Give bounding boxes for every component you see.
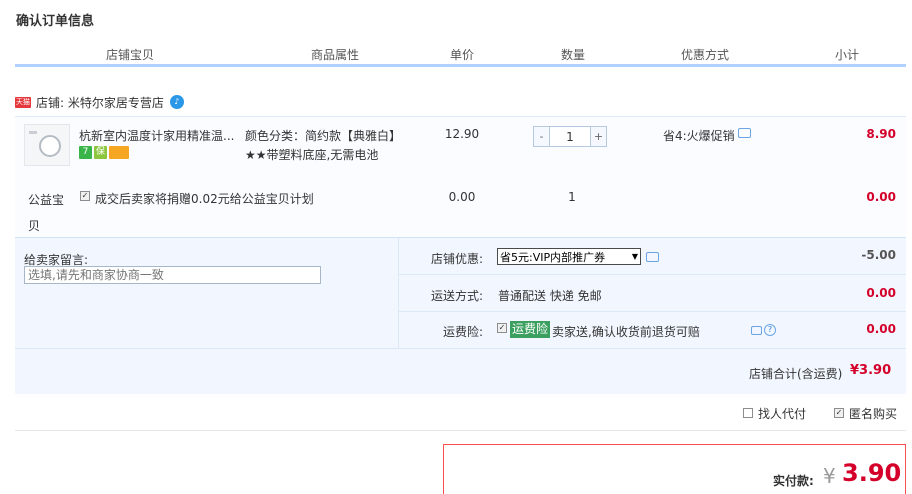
shop-total-value: ¥3.90 bbox=[850, 363, 892, 378]
row-divider bbox=[398, 274, 906, 275]
payment-currency: ¥ bbox=[823, 464, 836, 488]
shop-coupon-select[interactable]: 省5元:VIP内部推广券 ▼ bbox=[497, 248, 641, 265]
quality-guarantee-icon[interactable]: 保 bbox=[94, 146, 107, 159]
insurance-help-icon[interactable]: ? bbox=[764, 324, 776, 336]
seven-day-return-icon[interactable]: 7 bbox=[79, 146, 92, 159]
row-divider bbox=[398, 311, 906, 312]
credit-card-icon[interactable] bbox=[109, 146, 129, 159]
shop-coupon-label: 店铺优惠: bbox=[430, 252, 483, 266]
wangwang-chat-icon[interactable]: ♪ bbox=[169, 95, 184, 109]
product-subtotal: 8.90 bbox=[866, 127, 896, 141]
shipping-cost: 0.00 bbox=[866, 286, 896, 300]
product-unit-price: 12.90 bbox=[444, 127, 480, 141]
insurance-info-icon[interactable] bbox=[751, 326, 762, 335]
quantity-input[interactable] bbox=[550, 126, 590, 147]
anonymous-purchase-checkbox[interactable]: ✓ bbox=[834, 408, 844, 418]
column-header-unit-price: 单价 bbox=[449, 48, 474, 62]
column-header-row: 店铺宝贝 商品属性 单价 数量 优惠方式 小计 bbox=[15, 42, 906, 66]
shop-coupon-selected: 省5元:VIP内部推广券 bbox=[500, 250, 606, 264]
quantity-decrease-button[interactable]: - bbox=[533, 126, 550, 147]
service-icons: 7 保 bbox=[79, 146, 129, 159]
header-divider bbox=[15, 64, 906, 67]
product-attribute-note: ★★带塑料底座,无需电池 bbox=[245, 148, 379, 162]
insurance-cost: 0.00 bbox=[866, 322, 896, 336]
column-header-attributes: 商品属性 bbox=[310, 48, 359, 62]
shop-coupon-value: -5.00 bbox=[861, 248, 896, 262]
column-header-shop-item: 店铺宝贝 bbox=[105, 48, 154, 62]
shop-name-link[interactable]: 店铺: 米特尔家居专营店 bbox=[36, 94, 164, 111]
insurance-checkbox[interactable]: ✓ bbox=[497, 323, 507, 333]
product-thumbnail[interactable] bbox=[24, 124, 70, 166]
page-title: 确认订单信息 bbox=[16, 14, 95, 29]
payment-label: 实付款: bbox=[773, 474, 814, 488]
promotion-text: 省4:火爆促销 bbox=[663, 129, 735, 143]
anonymous-purchase-label[interactable]: 匿名购买 bbox=[849, 405, 897, 422]
insurance-label: 运费险: bbox=[442, 325, 483, 339]
product-name-link[interactable]: 杭新室内温度计家用精准温... bbox=[79, 127, 237, 144]
dropdown-arrow-icon: ▼ bbox=[631, 252, 638, 261]
tmall-badge-icon: 天猫 bbox=[15, 96, 31, 108]
quantity-increase-button[interactable]: + bbox=[590, 126, 607, 147]
thumbnail-label-graphic bbox=[29, 131, 37, 134]
insurance-text: 卖家送,确认收货前退货可赔 bbox=[552, 325, 700, 339]
seller-message-input[interactable] bbox=[24, 266, 321, 284]
charity-label: 公益宝贝 bbox=[28, 193, 65, 233]
shop-total-label: 店铺合计(含运费) bbox=[749, 367, 843, 381]
promotion-info-icon[interactable] bbox=[738, 128, 751, 138]
charity-price: 0.00 bbox=[448, 190, 476, 204]
shipping-method: 普通配送 快递 免邮 bbox=[498, 289, 602, 303]
charity-checkbox[interactable]: ✓ bbox=[80, 191, 90, 201]
shipping-label: 运送方式: bbox=[430, 289, 483, 303]
proxy-pay-checkbox[interactable] bbox=[743, 408, 753, 418]
column-header-quantity: 数量 bbox=[560, 48, 585, 62]
thermometer-dial-graphic bbox=[39, 135, 61, 157]
shop-line: 天猫 店铺: 米特尔家居专营店 ♪ bbox=[15, 94, 184, 110]
payment-summary-box bbox=[443, 444, 906, 494]
column-header-discount: 优惠方式 bbox=[680, 48, 729, 62]
column-header-subtotal: 小计 bbox=[834, 48, 859, 62]
insurance-tag: 运费险 bbox=[510, 321, 551, 338]
payment-amount: 3.90 bbox=[842, 459, 902, 487]
product-attribute-color: 颜色分类：简约款【典雅白】 bbox=[245, 129, 402, 143]
coupon-info-icon[interactable] bbox=[646, 252, 659, 262]
proxy-pay-label[interactable]: 找人代付 bbox=[758, 405, 806, 422]
options-divider bbox=[15, 430, 906, 431]
charity-text: 成交后卖家将捐赠0.02元给公益宝贝计划 bbox=[95, 192, 314, 206]
charity-subtotal: 0.00 bbox=[866, 190, 896, 204]
row-divider bbox=[15, 348, 906, 349]
charity-quantity: 1 bbox=[568, 190, 576, 204]
quantity-stepper: - + bbox=[533, 126, 607, 147]
